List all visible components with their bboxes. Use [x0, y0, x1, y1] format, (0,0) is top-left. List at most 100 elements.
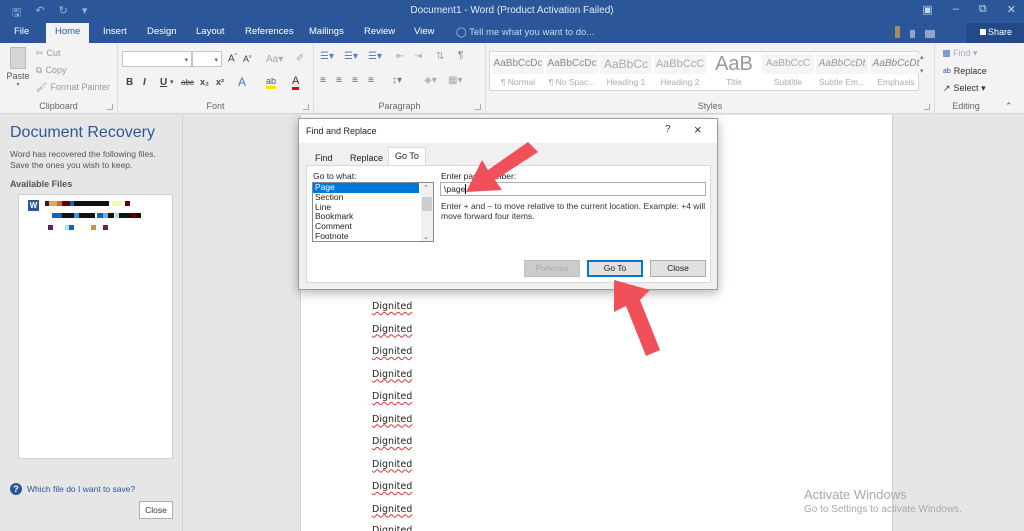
go-to-option-footnote[interactable]: Footnote: [313, 231, 433, 241]
bullets-icon[interactable]: ☰▾: [320, 51, 334, 62]
clear-formatting-icon[interactable]: ✐: [296, 53, 304, 64]
tab-design[interactable]: Design: [147, 26, 177, 37]
help-icon[interactable]: ?: [665, 124, 671, 135]
comments-icon[interactable]: [910, 30, 915, 38]
list-scrollbar[interactable]: ⌃ ⌄: [421, 183, 433, 241]
previous-button[interactable]: Previous: [524, 260, 580, 277]
borders-icon[interactable]: ▦▾: [448, 75, 462, 86]
scroll-up-icon[interactable]: ▴: [920, 53, 930, 61]
go-to-button[interactable]: Go To: [587, 260, 643, 277]
paste-dropdown-icon[interactable]: ▾: [6, 81, 30, 88]
scroll-up-icon[interactable]: ⌃: [423, 184, 429, 192]
numbering-icon[interactable]: ☰▾: [344, 51, 358, 62]
format-painter-button[interactable]: 🖌 Format Painter: [36, 82, 110, 93]
align-left-icon[interactable]: ≡: [320, 75, 326, 86]
increase-indent-icon[interactable]: ⇥: [414, 51, 422, 62]
line-spacing-icon[interactable]: ↕▾: [392, 75, 402, 86]
style-title[interactable]: AaB Title: [708, 54, 760, 90]
subscript-button[interactable]: x₂: [200, 77, 209, 87]
font-color-icon[interactable]: A: [292, 75, 300, 90]
multilevel-list-icon[interactable]: ☰▾: [368, 51, 382, 62]
tab-mailings[interactable]: Mailings: [309, 26, 344, 37]
change-case-icon[interactable]: Aa▾: [266, 54, 283, 65]
grow-font-icon[interactable]: A^: [228, 53, 237, 64]
go-to-what-list[interactable]: Page Section Line Bookmark Comment Footn…: [312, 182, 434, 242]
scroll-down-icon[interactable]: ⌄: [423, 233, 429, 241]
minimize-icon[interactable]: –: [953, 3, 959, 16]
document-line-partial[interactable]: Dignited: [372, 525, 412, 531]
font-size-combo[interactable]: ▾: [192, 51, 222, 67]
document-line[interactable]: Dignited: [372, 369, 412, 380]
underline-button[interactable]: U: [160, 77, 167, 88]
tab-layout[interactable]: Layout: [196, 26, 225, 37]
go-to-option-section[interactable]: Section: [313, 192, 433, 203]
style-subtitle[interactable]: AaBbCcC Subtitle: [762, 54, 814, 90]
tab-find[interactable]: Find: [309, 150, 339, 165]
shading-icon[interactable]: ◈▾: [424, 75, 437, 86]
align-right-icon[interactable]: ≡: [352, 75, 358, 86]
document-line[interactable]: Dignited: [372, 324, 412, 335]
highlight-icon[interactable]: ab: [266, 76, 277, 89]
tab-home[interactable]: Home: [46, 23, 90, 43]
font-launcher-icon[interactable]: [303, 104, 309, 110]
document-line[interactable]: Dignited: [372, 481, 412, 492]
ribbon-display-icon[interactable]: ▣: [922, 3, 932, 16]
style-subtle-emphasis[interactable]: AaBbCcDt Subtle Em...: [816, 54, 868, 90]
style-emphasis[interactable]: AaBbCcDt Emphasis: [870, 54, 922, 90]
more-styles-icon[interactable]: ▾: [920, 67, 930, 75]
scrollbar-thumb[interactable]: [422, 197, 432, 211]
show-formatting-icon[interactable]: ¶: [458, 50, 463, 61]
paste-button[interactable]: Paste ▾: [6, 47, 30, 88]
tab-go-to[interactable]: Go To: [388, 147, 426, 166]
styles-launcher-icon[interactable]: [924, 104, 930, 110]
account-picture-icon[interactable]: [895, 26, 900, 38]
page-number-input[interactable]: \page​: [440, 182, 706, 196]
document-line[interactable]: Dignited: [372, 436, 412, 447]
style-heading-1[interactable]: AaBbCc Heading 1: [600, 54, 652, 90]
tab-view[interactable]: View: [414, 26, 434, 37]
tell-me-box[interactable]: ◯ Tell me what you want to do...: [456, 27, 594, 38]
clipboard-launcher-icon[interactable]: [107, 104, 113, 110]
text-effects-icon[interactable]: A: [238, 75, 246, 89]
center-icon[interactable]: ≡: [336, 75, 342, 86]
close-icon[interactable]: ×: [694, 122, 702, 137]
document-line[interactable]: Dignited: [372, 504, 412, 515]
share-button[interactable]: Share: [966, 23, 1024, 43]
cut-button[interactable]: ✂ Cut: [36, 48, 61, 59]
style-heading-2[interactable]: AaBbCcC Heading 2: [654, 54, 706, 90]
superscript-button[interactable]: x²: [216, 77, 224, 87]
shrink-font-icon[interactable]: Av: [243, 54, 252, 64]
underline-dropdown-icon[interactable]: ▾: [170, 78, 174, 86]
which-file-help-link[interactable]: ? Which file do I want to save?: [10, 483, 135, 495]
style-normal[interactable]: AaBbCcDc ¶ Normal: [492, 54, 544, 90]
font-name-combo[interactable]: ▾: [122, 51, 192, 67]
document-line[interactable]: Dignited: [372, 414, 412, 425]
select-button[interactable]: ↗ Select ▾: [943, 83, 986, 94]
style-no-spacing[interactable]: AaBbCcDc ¶ No Spac...: [546, 54, 598, 90]
tab-insert[interactable]: Insert: [103, 26, 127, 37]
justify-icon[interactable]: ≡: [368, 75, 374, 86]
tab-replace[interactable]: Replace: [344, 150, 389, 165]
bold-button[interactable]: B: [126, 77, 133, 88]
tab-references[interactable]: References: [245, 26, 294, 37]
replace-button[interactable]: ab Replace: [943, 66, 987, 76]
dialog-title-bar[interactable]: Find and Replace ? ×: [299, 119, 717, 143]
document-line[interactable]: Dignited: [372, 459, 412, 470]
sort-icon[interactable]: ⇅: [436, 51, 444, 62]
decrease-indent-icon[interactable]: ⇤: [396, 51, 404, 62]
strikethrough-button[interactable]: abc: [181, 78, 194, 87]
document-line[interactable]: Dignited: [372, 346, 412, 357]
restore-icon[interactable]: ⧉: [979, 3, 987, 16]
recovery-close-button[interactable]: Close: [139, 501, 173, 519]
italic-button[interactable]: I: [143, 77, 146, 88]
present-icon[interactable]: [925, 30, 935, 38]
document-line[interactable]: Dignited: [372, 391, 412, 402]
close-icon[interactable]: ✕: [1007, 3, 1016, 16]
tab-file[interactable]: File: [14, 26, 29, 37]
copy-button[interactable]: ⧉ Copy: [36, 65, 66, 76]
collapse-ribbon-icon[interactable]: ⌃: [1005, 101, 1013, 112]
dialog-close-button[interactable]: Close: [650, 260, 706, 277]
paragraph-launcher-icon[interactable]: [475, 104, 481, 110]
find-button[interactable]: Find ▾: [943, 48, 978, 59]
document-line[interactable]: Dignited: [372, 301, 412, 312]
